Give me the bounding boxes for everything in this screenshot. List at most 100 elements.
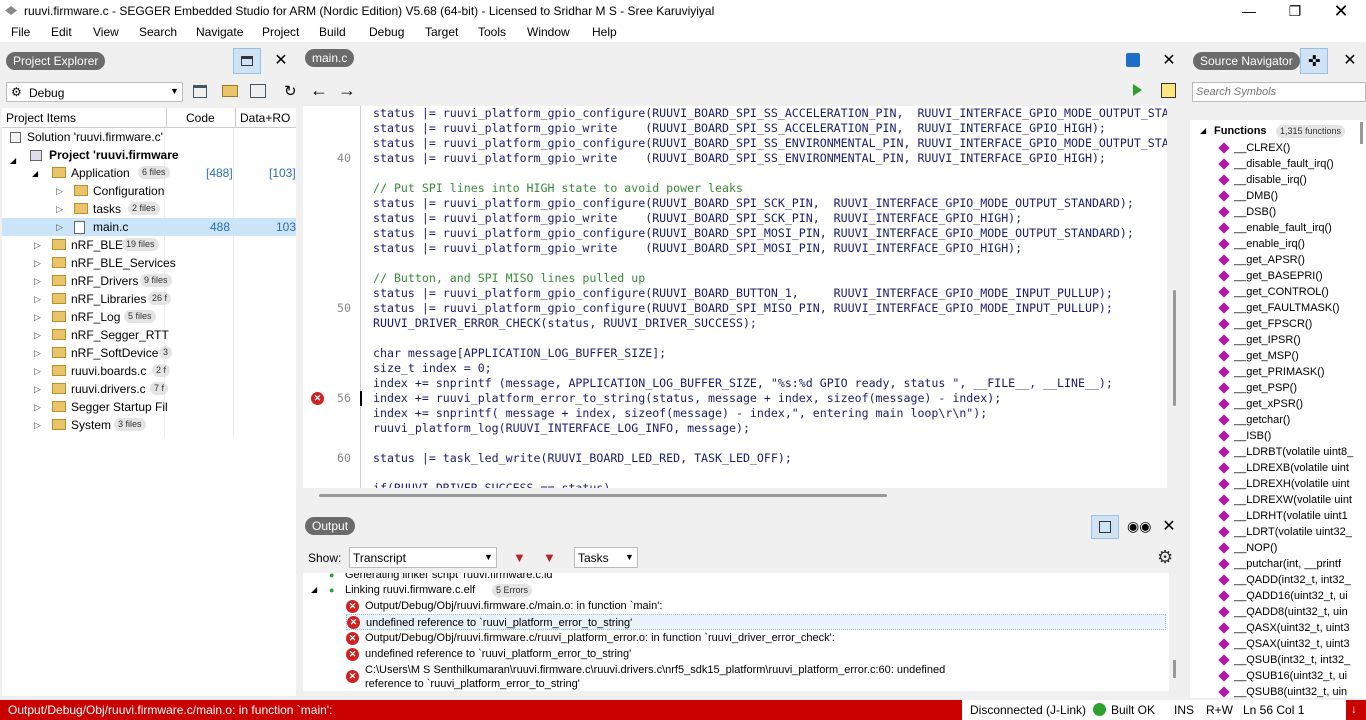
open-folder-icon[interactable]	[222, 85, 238, 97]
output-error-row[interactable]: ✕ Output/Debug/Obj/ruuvi.firmware.c/ruuv…	[346, 630, 1166, 646]
cursor-position[interactable]: Ln 56 Col 1	[1243, 703, 1304, 717]
code-line[interactable]	[303, 466, 1167, 481]
output-error-row[interactable]: ✕ Output/Debug/Obj/ruuvi.firmware.c/main…	[346, 598, 1166, 614]
tree-item-tasks[interactable]: ▷ tasks 2 files	[2, 200, 296, 218]
tree-item-configuration[interactable]: ▷ Configuration	[2, 182, 296, 200]
tasks-dropdown[interactable]: Tasks ▼	[574, 547, 638, 568]
symbol-item[interactable]: __getchar()	[1190, 412, 1366, 428]
show-dropdown[interactable]: Transcript ▼	[349, 547, 497, 568]
read-write-mode[interactable]: R+W	[1206, 703, 1233, 717]
maximize-button[interactable]: ❐	[1272, 0, 1318, 22]
search-symbols-input[interactable]	[1192, 82, 1366, 102]
build-status[interactable]: Built OK	[1111, 703, 1155, 717]
properties-icon[interactable]	[193, 85, 207, 98]
configuration-dropdown[interactable]: ⚙ Debug ▼	[6, 82, 183, 102]
symbol-item[interactable]: __DMB()	[1190, 188, 1366, 204]
connection-status[interactable]: Disconnected (J-Link)	[970, 703, 1086, 717]
vertical-scrollbar[interactable]	[1173, 290, 1176, 406]
symbol-item[interactable]: __get_MSP()	[1190, 348, 1366, 364]
tree-item-segger-startup[interactable]: ▷ Segger Startup File	[2, 398, 168, 416]
symbol-item[interactable]: __get_BASEPRI()	[1190, 268, 1366, 284]
code-line[interactable]: 40 status |= ruuvi_platform_gpio_write (R…	[303, 151, 1167, 166]
symbol-item[interactable]: __LDRBT(volatile uint8_	[1190, 444, 1366, 460]
symbol-item[interactable]: __CLREX()	[1190, 140, 1366, 156]
symbol-item[interactable]: __disable_irq()	[1190, 172, 1366, 188]
horizontal-scrollbar[interactable]	[319, 494, 887, 497]
symbol-item[interactable]: __DSB()	[1190, 204, 1366, 220]
menu-edit[interactable]: Edit	[51, 25, 72, 39]
code-line[interactable]: ruuvi_platform_log(RUUVI_INTERFACE_LOG_I…	[303, 421, 1167, 436]
menu-file[interactable]: File	[11, 25, 30, 39]
code-line[interactable]: // Button, and SPI MISO lines pulled up	[303, 271, 1167, 286]
symbol-item[interactable]: __get_APSR()	[1190, 252, 1366, 268]
close-navigator-button[interactable]: ✕	[1342, 53, 1358, 69]
symbol-item[interactable]: __get_FAULTMASK()	[1190, 300, 1366, 316]
menu-target[interactable]: Target	[425, 25, 458, 39]
tree-item-application[interactable]: ◢ Application 6 files [488] [103]	[2, 164, 296, 182]
binoculars-icon[interactable]: ◉◉	[1127, 518, 1151, 535]
code-line[interactable]: size_t index = 0;	[303, 361, 1167, 376]
navigator-scrollbar[interactable]	[1360, 122, 1363, 144]
symbol-item[interactable]: __get_IPSR()	[1190, 332, 1366, 348]
symbol-item[interactable]: __disable_fault_irq()	[1190, 156, 1366, 172]
symbol-item[interactable]: __get_CONTROL()	[1190, 284, 1366, 300]
code-line[interactable]: index += snprintf( message + index, size…	[303, 406, 1167, 421]
close-window-button[interactable]: ✕	[1318, 0, 1364, 22]
insert-mode[interactable]: INS	[1174, 703, 1194, 717]
column-data-ro[interactable]: Data+RO	[240, 111, 290, 125]
symbol-item[interactable]: __NOP()	[1190, 540, 1366, 556]
symbol-item[interactable]: __get_FPSCR()	[1190, 316, 1366, 332]
gear-icon[interactable]: ⚙	[1157, 547, 1173, 568]
refresh-icon[interactable]: ↻	[284, 82, 297, 100]
code-line[interactable]: status |= ruuvi_platform_gpio_configure(…	[303, 106, 1167, 121]
code-line[interactable]: status |= ruuvi_platform_gpio_write (RUU…	[303, 211, 1167, 226]
code-line[interactable]: // Put SPI lines into HIGH state to avoi…	[303, 181, 1167, 196]
error-marker-icon[interactable]: ✕	[311, 392, 324, 405]
output-error-row-selected[interactable]: ✕ undefined reference to `ruuvi_platform…	[346, 614, 1166, 630]
output-error-row[interactable]: ✕ undefined reference to `ruuvi_platform…	[346, 646, 1166, 662]
filter-errors-icon[interactable]: ▼	[513, 550, 526, 565]
symbol-item[interactable]: __LDREXH(volatile uint	[1190, 476, 1366, 492]
code-line[interactable]: if(RUUVI_DRIVER_SUCCESS == status)	[303, 481, 1167, 488]
menu-project[interactable]: Project	[262, 25, 299, 39]
symbol-item[interactable]: __QSUB(int32_t, int32_	[1190, 652, 1366, 668]
split-view-icon[interactable]	[1126, 53, 1140, 67]
code-line[interactable]: char message[APPLICATION_LOG_BUFFER_SIZE…	[303, 346, 1167, 361]
symbol-item[interactable]: __putchar(int, __printf	[1190, 556, 1366, 572]
symbol-item[interactable]: __ISB()	[1190, 428, 1366, 444]
code-line[interactable]	[303, 436, 1167, 451]
code-line[interactable]: 56 ✕ index += ruuvi_platform_error_to_stri…	[303, 391, 1167, 406]
symbol-item[interactable]: __LDRT(volatile uint32_	[1190, 524, 1366, 540]
menu-tools[interactable]: Tools	[478, 25, 506, 39]
symbol-item[interactable]: __LDRHT(volatile uint1	[1190, 508, 1366, 524]
download-icon[interactable]: ↓	[1346, 700, 1366, 720]
menu-search[interactable]: Search	[139, 25, 177, 39]
code-line[interactable]: 50 status |= ruuvi_platform_gpio_configur…	[303, 301, 1167, 316]
close-editor-button[interactable]: ✕	[1161, 53, 1177, 69]
filter-warnings-icon[interactable]: ▼	[543, 550, 556, 565]
symbol-item[interactable]: __QSUB8(uint32_t, uin	[1190, 684, 1366, 698]
minimize-button[interactable]: —	[1226, 0, 1272, 22]
column-code[interactable]: Code	[186, 111, 215, 125]
code-line[interactable]	[303, 256, 1167, 271]
symbol-item[interactable]: __QADD8(uint32_t, uin	[1190, 604, 1366, 620]
code-line[interactable]: RUUVI_DRIVER_ERROR_CHECK(status, RUUVI_D…	[303, 316, 1167, 331]
symbol-item[interactable]: __get_PRIMASK()	[1190, 364, 1366, 380]
symbol-item[interactable]: __QADD16(uint32_t, ui	[1190, 588, 1366, 604]
output-scrollbar[interactable]	[1173, 660, 1176, 678]
symbol-item[interactable]: __QASX(uint32_t, uint3	[1190, 620, 1366, 636]
code-outline-icon[interactable]	[1161, 83, 1176, 98]
play-icon[interactable]	[1133, 84, 1142, 96]
symbol-item[interactable]: __LDREXB(volatile uint	[1190, 460, 1366, 476]
close-panel-button[interactable]: ✕	[273, 53, 289, 69]
symbol-item[interactable]: __get_PSP()	[1190, 380, 1366, 396]
symbol-item[interactable]: __QADD(int32_t, int32_	[1190, 572, 1366, 588]
code-line[interactable]: 60 status |= task_led_write(RUUVI_BOARD_L…	[303, 451, 1167, 466]
symbol-item[interactable]: __enable_irq()	[1190, 236, 1366, 252]
forward-arrow-icon[interactable]: →	[338, 80, 356, 101]
symbol-item[interactable]: __get_xPSR()	[1190, 396, 1366, 412]
menu-build[interactable]: Build	[319, 25, 346, 39]
close-output-button[interactable]: ✕	[1161, 519, 1177, 535]
back-arrow-icon[interactable]: ←	[310, 80, 328, 101]
code-area[interactable]: status |= ruuvi_platform_gpio_configure(…	[303, 106, 1167, 488]
